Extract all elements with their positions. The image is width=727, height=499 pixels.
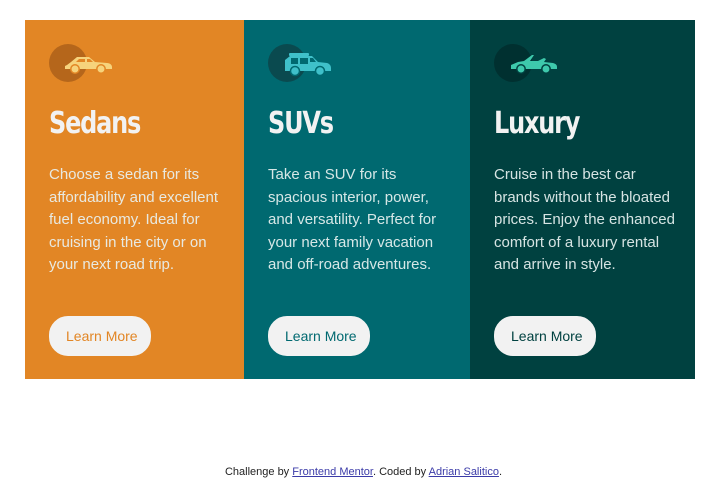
card-title: SUVs bbox=[268, 106, 334, 141]
sedan-car-svg bbox=[65, 57, 112, 74]
footer-middle: . Coded by bbox=[372, 466, 429, 478]
card-grid: Sedans Choose a sedan for its affordabil… bbox=[25, 20, 695, 379]
footer-prefix: Challenge by bbox=[224, 466, 293, 478]
suv-car-icon bbox=[268, 44, 338, 84]
sedan-car-icon bbox=[49, 44, 119, 84]
luxury-car-icon bbox=[494, 44, 564, 84]
learn-more-button[interactable]: Learn More bbox=[268, 316, 370, 356]
suv-car-svg bbox=[285, 53, 331, 77]
card-description: Choose a sedan for its affordability and… bbox=[49, 166, 218, 274]
luxury-car-svg bbox=[511, 55, 557, 74]
learn-more-button[interactable]: Learn More bbox=[494, 316, 596, 356]
attribution-footer: Challenge by Frontend Mentor. Coded by A… bbox=[0, 466, 727, 478]
learn-more-button[interactable]: Learn More bbox=[49, 316, 151, 356]
card-description: Cruise in the best car brands without th… bbox=[494, 166, 675, 274]
card-title: Sedans bbox=[49, 106, 141, 141]
card-luxury: Luxury Cruise in the best car brands wit… bbox=[470, 20, 695, 379]
card-description: Take an SUV for its spacious interior, p… bbox=[268, 166, 437, 274]
card-sedans: Sedans Choose a sedan for its affordabil… bbox=[25, 20, 244, 379]
footer-suffix: . bbox=[498, 466, 503, 478]
author-link[interactable]: Adrian Salitico bbox=[429, 466, 499, 478]
card-title: Luxury bbox=[494, 106, 580, 141]
card-suvs: SUVs Take an SUV for its spacious interi… bbox=[244, 20, 470, 379]
frontend-mentor-link[interactable]: Frontend Mentor bbox=[292, 466, 373, 478]
